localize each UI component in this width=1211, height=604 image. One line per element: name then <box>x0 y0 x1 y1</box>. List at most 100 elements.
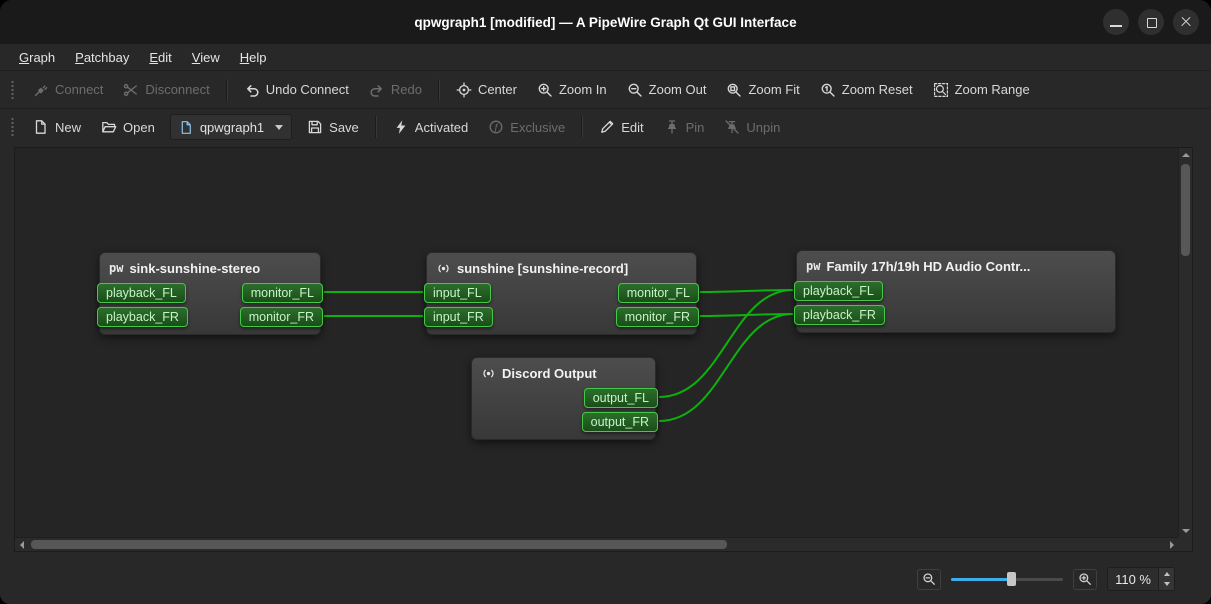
graph-node-discord-output[interactable]: Discord Output output_FL output_FR <box>471 357 656 440</box>
scroll-up-arrow[interactable] <box>1179 148 1192 161</box>
connection-edge[interactable] <box>700 314 793 316</box>
scroll-left-arrow[interactable] <box>15 538 28 551</box>
graph-node-family-hd-audio[interactable]: pw Family 17h/19h HD Audio Contr... play… <box>796 250 1116 333</box>
zoom-range-button[interactable]: Zoom Range <box>924 76 1039 104</box>
center-button[interactable]: Center <box>447 76 526 104</box>
horizontal-scrollbar-thumb[interactable] <box>31 540 727 549</box>
patchbay-profile-combobox[interactable]: qpwgraph1 <box>170 114 292 140</box>
menu-help[interactable]: Help <box>231 47 276 68</box>
zoom-slider[interactable] <box>951 571 1063 587</box>
toolbar-drag-handle[interactable] <box>10 80 15 100</box>
new-label: New <box>55 120 81 135</box>
toolbar-drag-handle[interactable] <box>10 117 15 137</box>
port-input_FR[interactable]: input_FR <box>424 307 493 327</box>
zoom-in-icon <box>537 82 553 98</box>
patchbay-profile-value: qpwgraph1 <box>200 120 264 135</box>
zoom-percent-spinbox[interactable]: 110 % <box>1107 567 1175 591</box>
statusbar-zoom-in-button[interactable] <box>1073 569 1097 590</box>
exclusive-toggle[interactable]: ƒ Exclusive <box>479 113 574 141</box>
disconnect-button[interactable]: Disconnect <box>114 76 218 104</box>
minimize-button[interactable] <box>1103 9 1129 35</box>
zoom-range-icon <box>933 82 949 98</box>
port-playback_FL[interactable]: playback_FL <box>794 281 883 301</box>
exclusive-glyph: ƒ <box>494 122 499 133</box>
toolbar-separator <box>438 79 440 101</box>
graph-canvas[interactable]: pw sink-sunshine-stereo playback_FL moni… <box>15 148 1178 537</box>
toolbar-separator <box>226 79 228 101</box>
activated-toggle[interactable]: Activated <box>384 113 477 141</box>
spin-down-button[interactable] <box>1159 579 1174 590</box>
zoom-reset-icon <box>820 82 836 98</box>
port-row: playback_FR monitor_FR <box>97 307 323 327</box>
edit-patchbay-button[interactable]: Edit <box>590 113 652 141</box>
scrollbar-corner <box>1178 537 1192 551</box>
zoom-fit-label: Zoom Fit <box>748 82 799 97</box>
open-folder-icon <box>101 119 117 135</box>
scroll-down-arrow[interactable] <box>1179 524 1192 537</box>
graph-node-sunshine[interactable]: sunshine [sunshine-record] input_FL moni… <box>426 252 697 335</box>
toolbar-separator <box>581 116 583 138</box>
horizontal-scrollbar[interactable] <box>15 537 1178 551</box>
new-patchbay-button[interactable]: New <box>24 113 90 141</box>
port-playback_FL[interactable]: playback_FL <box>97 283 186 303</box>
zoom-fit-button[interactable]: Zoom Fit <box>717 76 808 104</box>
undo-connect-button[interactable]: Undo Connect <box>235 76 358 104</box>
spin-up-button[interactable] <box>1159 568 1174 579</box>
port-row: input_FL monitor_FL <box>424 283 699 303</box>
port-monitor_FR[interactable]: monitor_FR <box>616 307 699 327</box>
maximize-button[interactable] <box>1138 9 1164 35</box>
central-area: pw sink-sunshine-stereo playback_FL moni… <box>0 145 1211 558</box>
vertical-scrollbar-thumb[interactable] <box>1181 164 1190 256</box>
menu-view[interactable]: View <box>183 47 229 68</box>
connect-button[interactable]: Connect <box>24 76 112 104</box>
graph-node-sink-sunshine-stereo[interactable]: pw sink-sunshine-stereo playback_FL moni… <box>99 252 321 335</box>
stream-icon <box>436 261 451 276</box>
save-icon <box>307 119 323 135</box>
window-controls <box>1103 0 1199 44</box>
port-monitor_FR[interactable]: monitor_FR <box>240 307 323 327</box>
zoom-reset-button[interactable]: Zoom Reset <box>811 76 922 104</box>
port-output_FR[interactable]: output_FR <box>582 412 658 432</box>
node-header: pw Family 17h/19h HD Audio Contr... <box>797 251 1115 281</box>
node-title: Discord Output <box>502 366 597 381</box>
port-row: input_FR monitor_FR <box>424 307 699 327</box>
port-monitor_FL[interactable]: monitor_FL <box>242 283 323 303</box>
port-playback_FR[interactable]: playback_FR <box>794 305 885 325</box>
zoom-slider-fill <box>951 578 1011 581</box>
exclusive-icon: ƒ <box>488 119 504 135</box>
center-label: Center <box>478 82 517 97</box>
pin-icon <box>664 119 680 135</box>
pin-button[interactable]: Pin <box>655 113 714 141</box>
zoom-in-button[interactable]: Zoom In <box>528 76 616 104</box>
new-file-icon <box>33 119 49 135</box>
menu-graph[interactable]: Graph <box>10 47 64 68</box>
app-window: qpwgraph1 [modified] — A PipeWire Graph … <box>0 0 1211 604</box>
vertical-scrollbar[interactable] <box>1178 148 1192 537</box>
statusbar-zoom-out-button[interactable] <box>917 569 941 590</box>
connection-edge[interactable] <box>700 290 793 292</box>
menu-patchbay[interactable]: Patchbay <box>66 47 138 68</box>
node-title: sink-sunshine-stereo <box>129 261 260 276</box>
menu-edit[interactable]: Edit <box>140 47 180 68</box>
zoom-percent-value[interactable]: 110 % <box>1108 568 1158 590</box>
node-title: sunshine [sunshine-record] <box>457 261 628 276</box>
port-row: output_FR <box>469 412 658 432</box>
pencil-icon <box>599 119 615 135</box>
port-output_FL[interactable]: output_FL <box>584 388 658 408</box>
unpin-button[interactable]: Unpin <box>715 113 789 141</box>
redo-button[interactable]: Redo <box>360 76 431 104</box>
pipewire-icon: pw <box>806 259 820 273</box>
redo-label: Redo <box>391 82 422 97</box>
center-icon <box>456 82 472 98</box>
port-input_FL[interactable]: input_FL <box>424 283 491 303</box>
open-patchbay-button[interactable]: Open <box>92 113 164 141</box>
scroll-right-arrow[interactable] <box>1165 538 1178 551</box>
close-button[interactable] <box>1173 9 1199 35</box>
zoom-out-button[interactable]: Zoom Out <box>618 76 716 104</box>
titlebar[interactable]: qpwgraph1 [modified] — A PipeWire Graph … <box>0 0 1211 44</box>
port-playback_FR[interactable]: playback_FR <box>97 307 188 327</box>
port-monitor_FL[interactable]: monitor_FL <box>618 283 699 303</box>
connection-edges-layer <box>15 148 1178 537</box>
zoom-slider-handle[interactable] <box>1007 572 1016 586</box>
save-patchbay-button[interactable]: Save <box>298 113 368 141</box>
